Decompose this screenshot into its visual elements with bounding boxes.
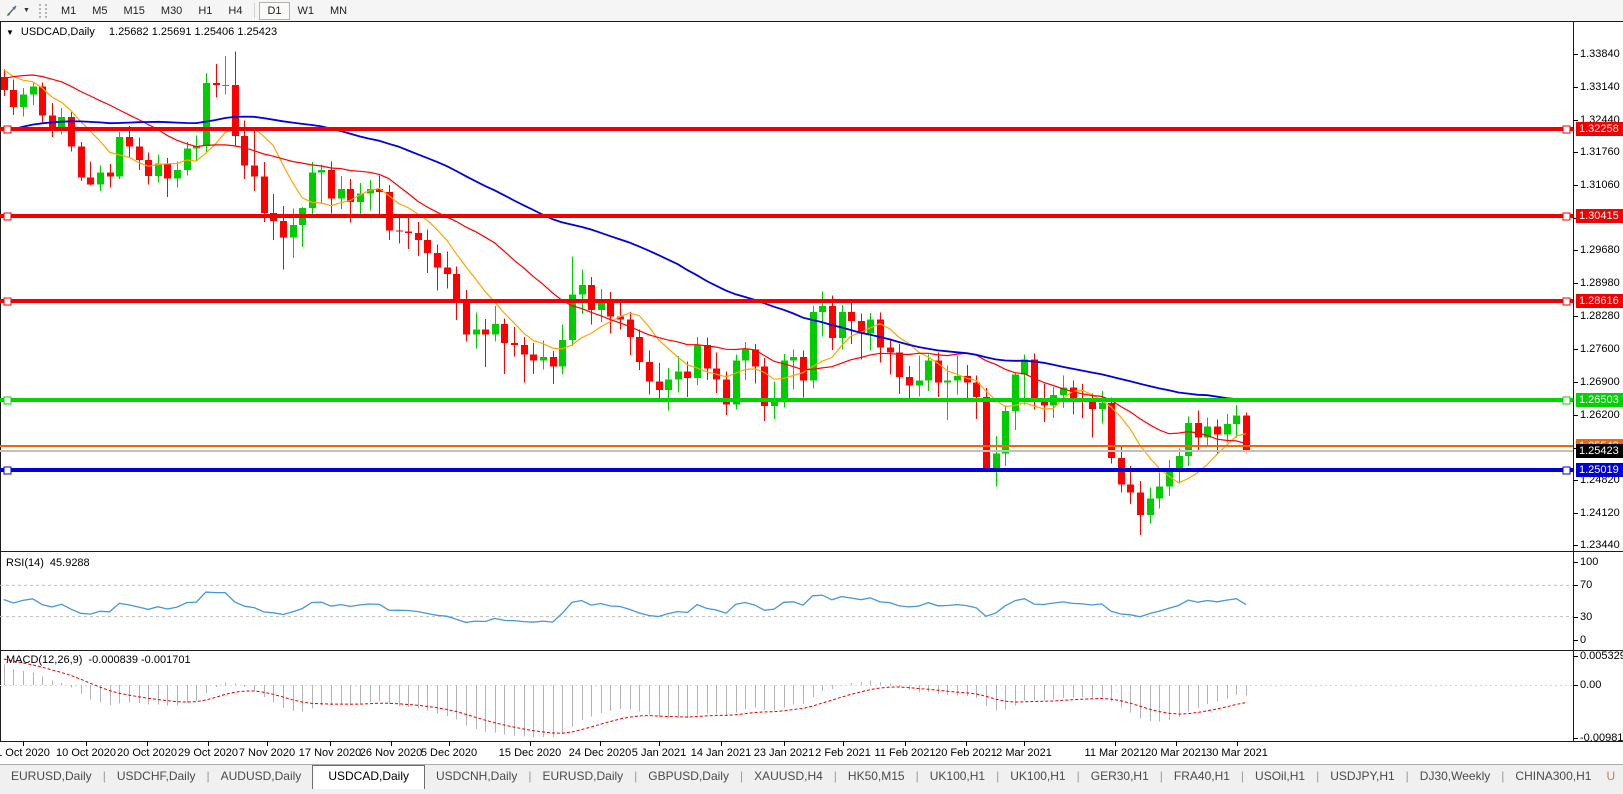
tab-item-USOil-H1[interactable]: USOil,H1: [1244, 765, 1316, 789]
macd-histogram: [5, 664, 1247, 737]
support-badge-green: 1.26503: [1576, 393, 1623, 407]
tab-item-USDCAD-Daily[interactable]: USDCAD,Daily: [312, 765, 425, 789]
rsi-indicator-label: RSI(14) 45.9288: [6, 557, 90, 569]
timeframe-button-H1[interactable]: H1: [190, 2, 220, 20]
date-axis-label: 11 Feb 2021: [875, 747, 936, 759]
timeframe-button-H4[interactable]: H4: [220, 2, 250, 20]
horizontal-lines-group[interactable]: [0, 126, 1573, 474]
price-axis-tick-label: 1.33840: [1580, 48, 1620, 60]
rsi-scale-label: 0: [1580, 634, 1586, 646]
timeframe-button-M30[interactable]: M30: [153, 2, 190, 20]
date-axis-label: 30 Mar 2021: [1206, 747, 1268, 759]
macd-signal-line: [4, 659, 1246, 733]
chart-cursor-icon[interactable]: [4, 3, 21, 19]
tab-item-XAUUSD-H4[interactable]: XAUUSD,H4: [743, 765, 834, 789]
date-axis-label: 24 Dec 2020: [569, 747, 631, 759]
date-axis-label: 29 Oct 2020: [178, 747, 238, 759]
tab-item-USDCNH-Daily[interactable]: USDCNH,Daily: [425, 765, 528, 789]
date-axis-label: 2 Mar 2021: [996, 747, 1052, 759]
chart-symbol-label: USDCAD,Daily: [21, 26, 95, 38]
resistance-badge-1: 1.32258: [1576, 122, 1623, 136]
price-axis-tick-label: 1.23440: [1580, 539, 1620, 551]
tab-item-overflow[interactable]: U: [1602, 765, 1619, 787]
rsi-name: RSI(14): [6, 557, 44, 569]
timeframe-button-MN[interactable]: MN: [322, 2, 355, 20]
tab-item-UK100-H1[interactable]: UK100,H1: [999, 765, 1076, 789]
rsi-line: [4, 592, 1246, 622]
date-axis-label: 14 Jan 2021: [691, 747, 752, 759]
date-axis-label: 20 Feb 2021: [935, 747, 997, 759]
tab-item-USDCHF-Daily[interactable]: USDCHF,Daily: [106, 765, 207, 789]
rsi-value: 45.9288: [50, 557, 90, 569]
resistance-badge-2: 1.30415: [1576, 209, 1623, 223]
macd-scale-label: 0.00: [1580, 679, 1601, 691]
macd-name: MACD(12,26,9): [6, 654, 82, 666]
date-axis-label: 10 Oct 2020: [56, 747, 116, 759]
macd-scale-label: 0.005329: [1580, 650, 1623, 662]
cursor-dropdown-icon[interactable]: ▼: [23, 7, 30, 14]
tab-item-AUDUSD-Daily[interactable]: AUDUSD,Daily: [210, 765, 313, 789]
timeframe-button-D1[interactable]: D1: [259, 2, 289, 20]
timeframe-button-M15[interactable]: M15: [116, 2, 153, 20]
price-axis-tick-label: 1.33140: [1580, 81, 1620, 93]
rsi-scale-label: 30: [1580, 611, 1592, 623]
price-axis-tick-label: 1.31060: [1580, 179, 1620, 191]
price-axis-tick-label: 1.31760: [1580, 146, 1620, 158]
mt4-window: ▼ M1M5M15M30H1H4 D1W1MN ▼ USDCAD,Daily 1…: [0, 0, 1623, 794]
price-axis-tick-label: 1.26200: [1580, 409, 1620, 421]
toolbar-grip[interactable]: [39, 4, 47, 18]
date-axis-label: 23 Jan 2021: [754, 747, 815, 759]
timeframe-button-W1[interactable]: W1: [290, 2, 323, 20]
rsi-scale-label: 70: [1580, 579, 1592, 591]
macd-indicator-label: MACD(12,26,9) -0.000839 -0.001701: [6, 654, 191, 666]
price-axis-tick-label: 1.26900: [1580, 376, 1620, 388]
timeframe-button-M1[interactable]: M1: [53, 2, 84, 20]
tab-item-USDJPY-H1[interactable]: USDJPY,H1: [1319, 765, 1405, 789]
resistance-badge-3: 1.28616: [1576, 294, 1623, 308]
date-axis-label: 17 Nov 2020: [299, 747, 361, 759]
rsi-scale-label: 100: [1580, 556, 1598, 568]
timeframe-button-M5[interactable]: M5: [84, 2, 115, 20]
date-axis-label: 26 Nov 2020: [360, 747, 422, 759]
macd-values: -0.000839 -0.001701: [88, 654, 190, 666]
tab-item-GER30-H1[interactable]: GER30,H1: [1080, 765, 1160, 789]
tab-item-HK50-M15[interactable]: HK50,M15: [837, 765, 916, 789]
chart-ohlc-values: 1.25682 1.25691 1.25406 1.25423: [109, 26, 277, 38]
date-axis-label: 11 Mar 2021: [1085, 747, 1146, 759]
macd-scale-label: -0.009818: [1580, 732, 1623, 744]
tab-item-FRA40-H1[interactable]: FRA40,H1: [1163, 765, 1241, 789]
candles-group: [1, 52, 1250, 535]
date-axis-label: 20 Oct 2020: [117, 747, 177, 759]
price-axis-tick-label: 1.27600: [1580, 343, 1620, 355]
main-chart-canvas[interactable]: [0, 0, 1623, 763]
date-axis-label: 1 Oct 2020: [0, 747, 50, 759]
tab-item-EURUSD-Daily[interactable]: EURUSD,Daily: [531, 765, 634, 789]
tab-item-DJ30-Weekly[interactable]: DJ30,Weekly: [1409, 765, 1501, 789]
date-axis-label: 20 Mar 2021: [1145, 747, 1207, 759]
date-axis-label: 15 Dec 2020: [499, 747, 561, 759]
tab-item-EURUSD-Daily[interactable]: EURUSD,Daily: [0, 765, 103, 789]
tab-item-UK100-H1[interactable]: UK100,H1: [919, 765, 996, 789]
tab-scroll-left-icon[interactable]: ◄: [1619, 765, 1623, 785]
tab-bar: EURUSD,Daily|USDCHF,Daily|AUDUSD,DailyUS…: [0, 764, 1623, 794]
date-axis-label: 5 Jan 2021: [632, 747, 686, 759]
chart-title-bar: ▼ USDCAD,Daily 1.25682 1.25691 1.25406 1…: [6, 26, 277, 38]
date-axis-label: 5 Dec 2020: [421, 747, 477, 759]
price-axis-tick-label: 1.24120: [1580, 507, 1620, 519]
date-axis-label: 2 Feb 2021: [815, 747, 871, 759]
date-axis-label: 7 Nov 2020: [239, 747, 295, 759]
tab-item-GBPUSD-Daily[interactable]: GBPUSD,Daily: [637, 765, 740, 789]
support-badge-blue: 1.25019: [1576, 463, 1623, 477]
tab-item-CHINA300-H1[interactable]: CHINA300,H1: [1504, 765, 1602, 789]
price-axis-tick-label: 1.28280: [1580, 310, 1620, 322]
toolbar-separator: [254, 3, 255, 18]
collapse-icon[interactable]: ▼: [6, 28, 14, 37]
price-axis-tick-label: 1.28980: [1580, 277, 1620, 289]
toolbar: ▼ M1M5M15M30H1H4 D1W1MN: [0, 0, 1623, 21]
current-price-badge: 1.25423: [1576, 444, 1623, 458]
ma-line-fast: [4, 70, 1246, 483]
price-axis-tick-label: 1.29680: [1580, 244, 1620, 256]
